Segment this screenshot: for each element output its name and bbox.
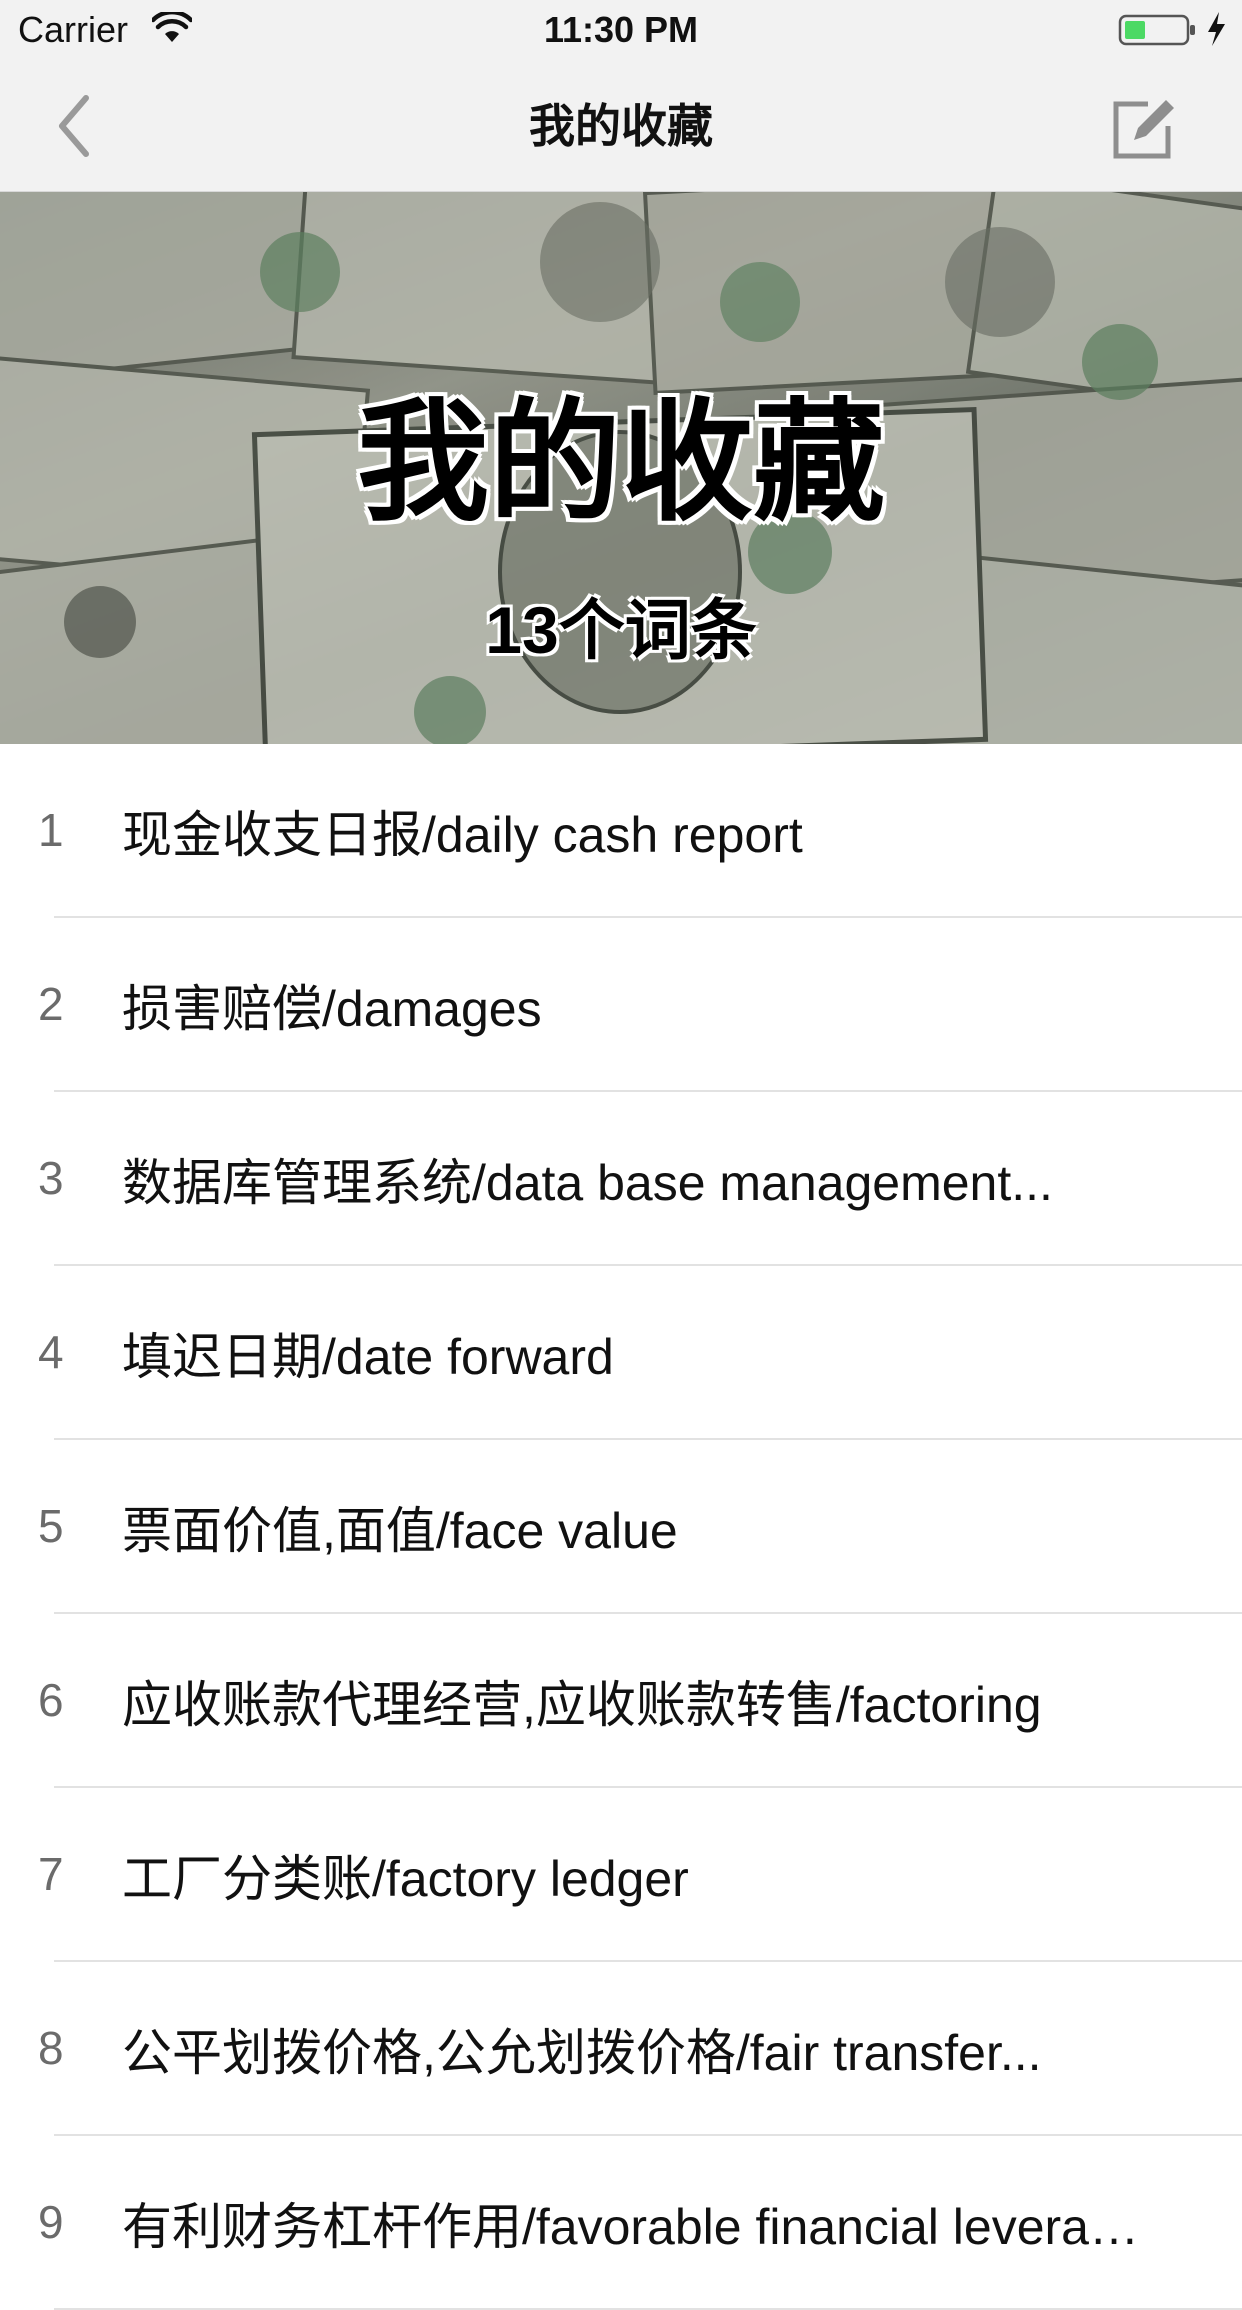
item-term: 公平划拨价格,公允划拨价格/fair transfer... [122, 2025, 1042, 2081]
list-item[interactable]: 7 工厂分类账/factory ledger [0, 1788, 1242, 1962]
favorites-list: 1 现金收支日报/daily cash report 2 损害赔偿/damage… [0, 744, 1242, 2310]
page-title: 我的收藏 [529, 100, 713, 152]
entry-count: 13个词条 [485, 593, 757, 667]
list-item[interactable]: 2 损害赔偿/damages [0, 918, 1242, 1092]
battery-icon [1118, 14, 1195, 46]
item-index: 2 [38, 978, 64, 1030]
list-item[interactable]: 3 数据库管理系统/data base management... [0, 1092, 1242, 1266]
item-term: 现金收支日报/daily cash report [122, 807, 803, 863]
item-index: 4 [38, 1326, 64, 1378]
item-term: 有利财务杠杆作用/favorable financial leverage [122, 2199, 1142, 2255]
charging-bolt-icon [1208, 12, 1225, 46]
list-item[interactable]: 9 有利财务杠杆作用/favorable financial leverage [0, 2136, 1242, 2310]
item-index: 9 [38, 2196, 64, 2248]
clock: 11:30 PM [543, 9, 699, 50]
item-index: 5 [38, 1500, 64, 1552]
item-term: 应收账款代理经营,应收账款转售/factoring [122, 1677, 1042, 1733]
item-index: 3 [38, 1152, 64, 1204]
list-item[interactable]: 1 现金收支日报/daily cash report [0, 744, 1242, 918]
banner-title: 我的收藏 [357, 389, 885, 536]
item-term: 填迟日期/date forward [122, 1329, 614, 1385]
edit-icon [1113, 100, 1174, 159]
edit-button[interactable] [1108, 94, 1180, 166]
item-index: 1 [38, 804, 64, 856]
status-bar: Carrier 11:30 PM [0, 0, 1242, 60]
item-term: 票面价值,面值/face value [122, 1503, 678, 1559]
list-item[interactable]: 6 应收账款代理经营,应收账款转售/factoring [0, 1614, 1242, 1788]
item-term: 工厂分类账/factory ledger [122, 1851, 689, 1907]
item-index: 7 [38, 1848, 64, 1900]
list-item[interactable]: 4 填迟日期/date forward [0, 1266, 1242, 1440]
item-term: 损害赔偿/damages [122, 981, 542, 1037]
list-item[interactable]: 8 公平划拨价格,公允划拨价格/fair transfer... [0, 1962, 1242, 2136]
navigation-bar: 我的收藏 [0, 60, 1242, 192]
header-banner: 我的收藏 13个词条 [0, 192, 1242, 744]
item-term: 数据库管理系统/data base management... [122, 1155, 1053, 1211]
item-index: 8 [38, 2022, 64, 2074]
item-index: 6 [38, 1674, 64, 1726]
list-item[interactable]: 5 票面价值,面值/face value [0, 1440, 1242, 1614]
